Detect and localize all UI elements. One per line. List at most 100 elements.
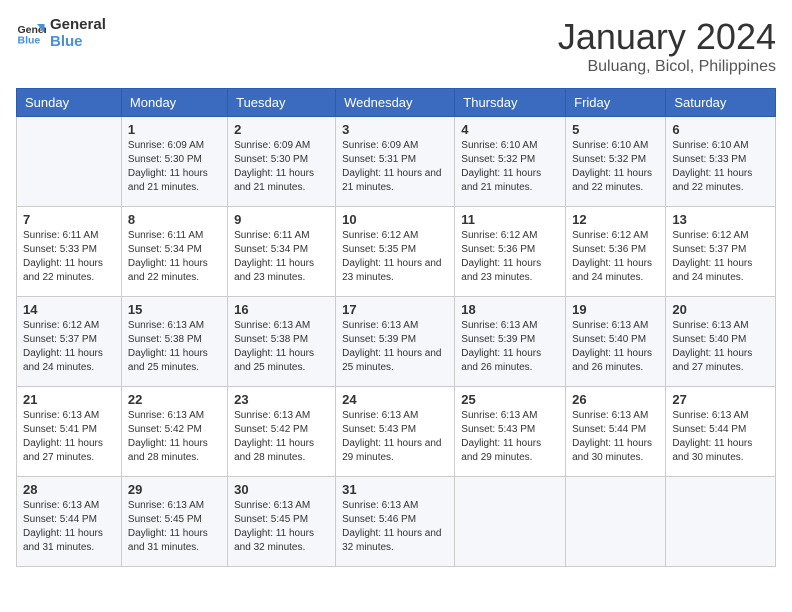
- calendar-cell: [455, 477, 566, 567]
- calendar-cell: 18 Sunrise: 6:13 AMSunset: 5:39 PMDayligh…: [455, 297, 566, 387]
- calendar-cell: 10 Sunrise: 6:12 AMSunset: 5:35 PMDayligh…: [336, 207, 455, 297]
- day-number: 24: [342, 392, 448, 407]
- day-number: 27: [672, 392, 769, 407]
- calendar-week-row: 1 Sunrise: 6:09 AMSunset: 5:30 PMDaylight…: [17, 117, 776, 207]
- day-number: 3: [342, 122, 448, 137]
- header-tuesday: Tuesday: [228, 89, 336, 117]
- logo-line2: Blue: [50, 33, 106, 50]
- calendar-cell: 11 Sunrise: 6:12 AMSunset: 5:36 PMDayligh…: [455, 207, 566, 297]
- calendar-cell: [666, 477, 776, 567]
- calendar-cell: 2 Sunrise: 6:09 AMSunset: 5:30 PMDaylight…: [228, 117, 336, 207]
- logo-line1: General: [50, 16, 106, 33]
- calendar-cell: 1 Sunrise: 6:09 AMSunset: 5:30 PMDaylight…: [121, 117, 227, 207]
- day-detail: Sunrise: 6:12 AMSunset: 5:36 PMDaylight:…: [461, 229, 559, 285]
- svg-text:Blue: Blue: [18, 35, 41, 47]
- day-number: 1: [128, 122, 221, 137]
- day-number: 7: [23, 212, 115, 227]
- day-number: 20: [672, 302, 769, 317]
- calendar-cell: 8Sunrise: 6:11 AMSunset: 5:34 PMDaylight…: [121, 207, 227, 297]
- calendar-cell: 26Sunrise: 6:13 AMSunset: 5:44 PMDayligh…: [566, 387, 666, 477]
- day-number: 25: [461, 392, 559, 407]
- calendar-cell: 19 Sunrise: 6:13 AMSunset: 5:40 PMDayligh…: [566, 297, 666, 387]
- day-number: 9: [234, 212, 329, 227]
- day-detail: Sunrise: 6:11 AMSunset: 5:34 PMDaylight:…: [234, 229, 329, 285]
- calendar-cell: 28 Sunrise: 6:13 AMSunset: 5:44 PMDayligh…: [17, 477, 122, 567]
- day-detail: Sunrise: 6:13 AMSunset: 5:44 PMDaylight:…: [572, 409, 659, 465]
- day-detail: Sunrise: 6:11 AMSunset: 5:33 PMDaylight:…: [23, 229, 115, 285]
- day-number: 16: [234, 302, 329, 317]
- day-number: 2: [234, 122, 329, 137]
- day-detail: Sunrise: 6:09 AMSunset: 5:30 PMDaylight:…: [128, 139, 221, 195]
- calendar-cell: 20 Sunrise: 6:13 AMSunset: 5:40 PMDayligh…: [666, 297, 776, 387]
- day-detail: Sunrise: 6:10 AMSunset: 5:32 PMDaylight:…: [572, 139, 659, 195]
- day-number: 21: [23, 392, 115, 407]
- day-number: 4: [461, 122, 559, 137]
- calendar-cell: 31Sunrise: 6:13 AMSunset: 5:46 PMDayligh…: [336, 477, 455, 567]
- day-number: 23: [234, 392, 329, 407]
- day-detail: Sunrise: 6:09 AMSunset: 5:30 PMDaylight:…: [234, 139, 329, 195]
- calendar-cell: 27 Sunrise: 6:13 AMSunset: 5:44 PMDayligh…: [666, 387, 776, 477]
- day-detail: Sunrise: 6:13 AMSunset: 5:42 PMDaylight:…: [128, 409, 221, 465]
- header-thursday: Thursday: [455, 89, 566, 117]
- day-number: 22: [128, 392, 221, 407]
- calendar-header-row: SundayMondayTuesdayWednesdayThursdayFrid…: [17, 89, 776, 117]
- day-detail: Sunrise: 6:13 AMSunset: 5:45 PMDaylight:…: [234, 499, 329, 555]
- day-detail: Sunrise: 6:12 AMSunset: 5:37 PMDaylight:…: [672, 229, 769, 285]
- calendar-cell: 14Sunrise: 6:12 AMSunset: 5:37 PMDayligh…: [17, 297, 122, 387]
- day-number: 5: [572, 122, 659, 137]
- day-number: 13: [672, 212, 769, 227]
- header-monday: Monday: [121, 89, 227, 117]
- day-detail: Sunrise: 6:13 AMSunset: 5:38 PMDaylight:…: [128, 319, 221, 375]
- logo-icon: General Blue: [16, 18, 46, 48]
- day-number: 15: [128, 302, 221, 317]
- day-number: 12: [572, 212, 659, 227]
- calendar-cell: 7 Sunrise: 6:11 AMSunset: 5:33 PMDaylight…: [17, 207, 122, 297]
- day-number: 17: [342, 302, 448, 317]
- day-detail: Sunrise: 6:09 AMSunset: 5:31 PMDaylight:…: [342, 139, 448, 195]
- day-number: 18: [461, 302, 559, 317]
- day-detail: Sunrise: 6:13 AMSunset: 5:40 PMDaylight:…: [572, 319, 659, 375]
- calendar-cell: 12Sunrise: 6:12 AMSunset: 5:36 PMDayligh…: [566, 207, 666, 297]
- calendar-cell: 15 Sunrise: 6:13 AMSunset: 5:38 PMDayligh…: [121, 297, 227, 387]
- calendar-cell: 4Sunrise: 6:10 AMSunset: 5:32 PMDaylight…: [455, 117, 566, 207]
- day-detail: Sunrise: 6:11 AMSunset: 5:34 PMDaylight:…: [128, 229, 221, 285]
- logo: General Blue General Blue: [16, 16, 106, 50]
- calendar-cell: 13 Sunrise: 6:12 AMSunset: 5:37 PMDayligh…: [666, 207, 776, 297]
- day-detail: Sunrise: 6:13 AMSunset: 5:39 PMDaylight:…: [342, 319, 448, 375]
- day-detail: Sunrise: 6:13 AMSunset: 5:43 PMDaylight:…: [342, 409, 448, 465]
- location-title: Buluang, Bicol, Philippines: [558, 58, 776, 76]
- day-detail: Sunrise: 6:13 AMSunset: 5:42 PMDaylight:…: [234, 409, 329, 465]
- calendar-week-row: 21Sunrise: 6:13 AMSunset: 5:41 PMDayligh…: [17, 387, 776, 477]
- day-number: 30: [234, 482, 329, 497]
- calendar-cell: [566, 477, 666, 567]
- day-detail: Sunrise: 6:13 AMSunset: 5:45 PMDaylight:…: [128, 499, 221, 555]
- header-friday: Friday: [566, 89, 666, 117]
- calendar-cell: 16 Sunrise: 6:13 AMSunset: 5:38 PMDayligh…: [228, 297, 336, 387]
- calendar-week-row: 14Sunrise: 6:12 AMSunset: 5:37 PMDayligh…: [17, 297, 776, 387]
- day-number: 6: [672, 122, 769, 137]
- day-detail: Sunrise: 6:13 AMSunset: 5:40 PMDaylight:…: [672, 319, 769, 375]
- day-detail: Sunrise: 6:13 AMSunset: 5:39 PMDaylight:…: [461, 319, 559, 375]
- title-area: January 2024 Buluang, Bicol, Philippines: [558, 16, 776, 76]
- calendar-cell: 30 Sunrise: 6:13 AMSunset: 5:45 PMDayligh…: [228, 477, 336, 567]
- day-number: 29: [128, 482, 221, 497]
- calendar-cell: 23 Sunrise: 6:13 AMSunset: 5:42 PMDayligh…: [228, 387, 336, 477]
- day-detail: Sunrise: 6:13 AMSunset: 5:43 PMDaylight:…: [461, 409, 559, 465]
- header-sunday: Sunday: [17, 89, 122, 117]
- day-detail: Sunrise: 6:12 AMSunset: 5:35 PMDaylight:…: [342, 229, 448, 285]
- day-detail: Sunrise: 6:13 AMSunset: 5:44 PMDaylight:…: [672, 409, 769, 465]
- calendar-cell: 21Sunrise: 6:13 AMSunset: 5:41 PMDayligh…: [17, 387, 122, 477]
- day-detail: Sunrise: 6:13 AMSunset: 5:38 PMDaylight:…: [234, 319, 329, 375]
- calendar-cell: 5 Sunrise: 6:10 AMSunset: 5:32 PMDaylight…: [566, 117, 666, 207]
- day-number: 19: [572, 302, 659, 317]
- day-number: 11: [461, 212, 559, 227]
- day-number: 10: [342, 212, 448, 227]
- day-number: 28: [23, 482, 115, 497]
- calendar-cell: 3 Sunrise: 6:09 AMSunset: 5:31 PMDaylight…: [336, 117, 455, 207]
- calendar-cell: 29 Sunrise: 6:13 AMSunset: 5:45 PMDayligh…: [121, 477, 227, 567]
- day-detail: Sunrise: 6:13 AMSunset: 5:44 PMDaylight:…: [23, 499, 115, 555]
- day-detail: Sunrise: 6:13 AMSunset: 5:46 PMDaylight:…: [342, 499, 448, 555]
- header-saturday: Saturday: [666, 89, 776, 117]
- day-detail: Sunrise: 6:12 AMSunset: 5:37 PMDaylight:…: [23, 319, 115, 375]
- calendar-cell: 9 Sunrise: 6:11 AMSunset: 5:34 PMDaylight…: [228, 207, 336, 297]
